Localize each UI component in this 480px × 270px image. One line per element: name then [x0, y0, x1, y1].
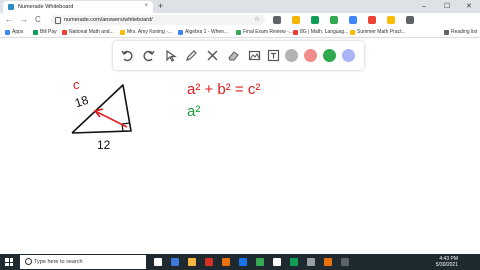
taskbar-app-icon[interactable] [239, 258, 247, 266]
close-window-button[interactable]: ✕ [466, 1, 472, 12]
taskbar-app-icon[interactable] [273, 258, 281, 266]
search-icon [25, 258, 32, 265]
maximize-button[interactable]: ☐ [444, 1, 450, 12]
taskbar-app-icon[interactable] [256, 258, 264, 266]
taskbar-app-icon[interactable] [154, 258, 162, 266]
numerade-favicon-icon [8, 4, 14, 10]
bookmark-label: Mrs. Amy Koning -... [127, 29, 173, 35]
address-bar: ← → C numerade.com/answers/whiteboard/ ☆ [0, 13, 480, 27]
hypotenuse-letter: c [73, 77, 80, 92]
browser-extension-icon[interactable] [273, 16, 281, 24]
bookmark-apps[interactable]: Apps [5, 28, 23, 36]
browser-extension-icon[interactable] [311, 16, 319, 24]
bookmark-icon [33, 29, 38, 35]
apps-icon [5, 29, 10, 35]
back-button[interactable]: ← [5, 15, 13, 25]
bookmark-mrs-amy-koning[interactable]: Mrs. Amy Koning -... [120, 28, 172, 36]
bookmark-summer-math[interactable]: Summer Math Pract... [350, 28, 406, 36]
hypotenuse-value: 18 [73, 93, 90, 111]
select-icon[interactable] [163, 48, 178, 63]
taskbar-app-icon[interactable] [171, 258, 179, 266]
bookmark-label: Summer Math Pract... [357, 29, 406, 35]
tools-icon[interactable] [205, 48, 220, 63]
clock-date: 5/30/2021 [435, 262, 458, 268]
pen-icon[interactable] [184, 48, 199, 63]
bookmark-label: Algebra 1 - When... [185, 29, 229, 35]
taskbar-app-icon[interactable] [205, 258, 213, 266]
tab-numerade-whiteboard[interactable]: Numerade Whiteboard × [3, 1, 153, 13]
tab-title: Numerade Whiteboard [18, 4, 74, 10]
next-step: a² [187, 103, 200, 120]
color-swatch-gray[interactable] [285, 49, 298, 62]
image-icon[interactable] [247, 48, 262, 63]
bookmark-star-icon[interactable]: ☆ [254, 16, 260, 24]
taskbar-app-icon[interactable] [307, 258, 315, 266]
url-text: numerade.com/answers/whiteboard/ [64, 17, 153, 23]
color-swatch-red[interactable] [304, 49, 317, 62]
bookmark-icon [62, 29, 67, 35]
whiteboard-toolbar [113, 41, 364, 70]
system-clock[interactable]: 4:43 PM 5/30/2021 [436, 256, 458, 268]
browser-extension-icon[interactable] [387, 16, 395, 24]
taskbar-app-icon[interactable] [188, 258, 196, 266]
bookmark-label: National Math and... [69, 29, 114, 35]
minimize-button[interactable]: – [422, 1, 426, 12]
lock-icon [55, 17, 61, 24]
redo-icon[interactable] [141, 48, 156, 63]
bookmark-8g-math[interactable]: 8G | Math, Languag... [293, 28, 348, 36]
bookmark-label: Reading list [451, 29, 478, 35]
taskbar-search-box[interactable]: Type here to search [20, 255, 146, 269]
color-swatch-green[interactable] [323, 49, 336, 62]
bookmark-label: Final Exam Review -... [243, 29, 294, 35]
reload-button[interactable]: C [35, 15, 41, 25]
bookmark-bill-pay[interactable]: Bill Pay [33, 28, 57, 36]
color-swatch-blue[interactable] [342, 49, 355, 62]
browser-extension-icon[interactable] [368, 16, 376, 24]
bookmark-icon [120, 29, 125, 35]
red-arrow [94, 110, 128, 128]
bookmark-label: Apps [12, 29, 24, 35]
browser-extension-icon[interactable] [349, 16, 357, 24]
tab-close-icon[interactable]: × [144, 3, 148, 9]
reading-list-icon [444, 29, 449, 35]
taskbar-app-icon[interactable] [324, 258, 332, 266]
browser-extension-icon[interactable] [292, 16, 300, 24]
windows-start-icon[interactable] [5, 258, 13, 266]
taskbar-app-icon[interactable] [290, 258, 298, 266]
tab-bar: Numerade Whiteboard × + – ☐ ✕ [0, 0, 480, 13]
search-placeholder: Type here to search [34, 259, 83, 265]
undo-icon[interactable] [120, 48, 135, 63]
bookmark-icon [236, 29, 241, 35]
text-icon[interactable] [266, 48, 281, 63]
browser-extension-icon[interactable] [406, 16, 414, 24]
base-value: 12 [97, 138, 111, 152]
bookmark-icon [350, 29, 355, 35]
new-tab-button[interactable]: + [158, 1, 163, 12]
bookmark-final-exam-review[interactable]: Final Exam Review -... [236, 28, 293, 36]
taskbar-app-icon[interactable] [222, 258, 230, 266]
taskbar: Type here to search 4:43 PM 5/30/2021 [0, 254, 480, 270]
bookmarks-bar: Apps Bill Pay National Math and... Mrs. … [0, 27, 480, 38]
whiteboard-canvas[interactable]: c 18 12 a² + b² = c² a² [0, 38, 480, 254]
bookmark-icon [178, 29, 183, 35]
bookmark-algebra-1[interactable]: Algebra 1 - When... [178, 28, 228, 36]
forward-button[interactable]: → [20, 15, 28, 25]
url-field[interactable]: numerade.com/answers/whiteboard/ ☆ [50, 15, 265, 25]
taskbar-app-icon[interactable] [341, 258, 349, 266]
browser-extension-icon[interactable] [330, 16, 338, 24]
bookmark-icon [293, 29, 298, 35]
pythagorean-equation: a² + b² = c² [187, 81, 260, 98]
bookmark-label: 8G | Math, Languag... [300, 29, 349, 35]
bookmark-national-math[interactable]: National Math and... [62, 28, 114, 36]
bookmark-label: Bill Pay [40, 29, 57, 35]
eraser-icon[interactable] [226, 48, 241, 63]
reading-list[interactable]: Reading list [444, 28, 477, 36]
